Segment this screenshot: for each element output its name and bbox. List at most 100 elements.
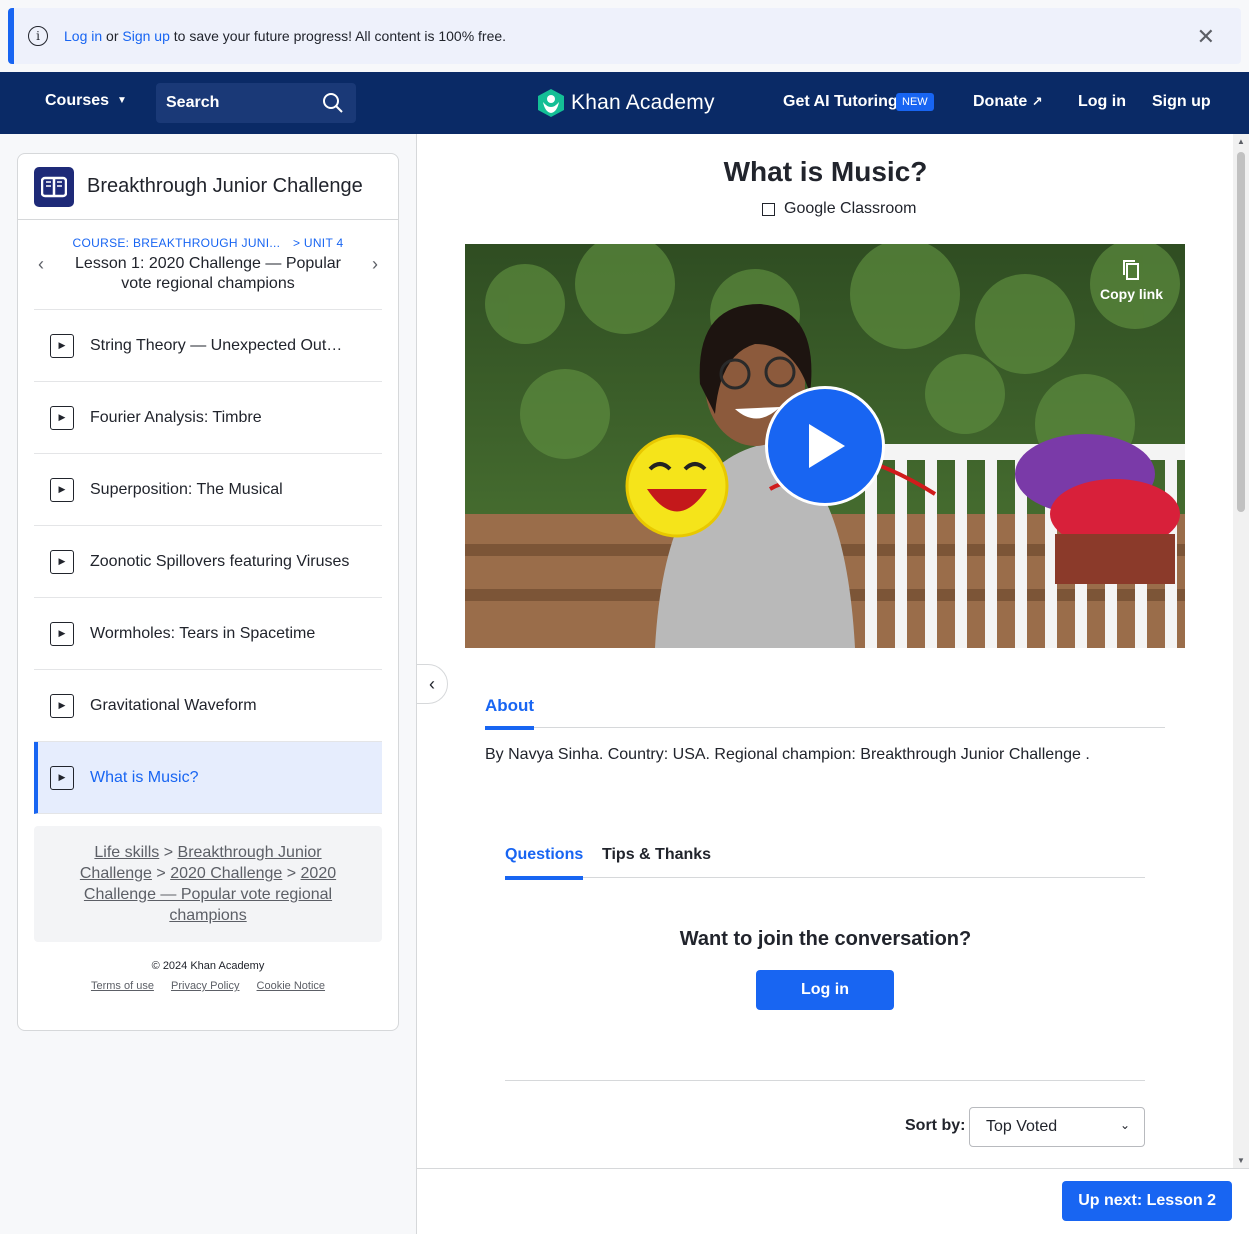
khan-academy-logo[interactable]: Khan Academy xyxy=(537,88,715,118)
search-label: Search xyxy=(166,94,220,111)
search-input[interactable]: Search xyxy=(156,83,356,123)
lesson-item[interactable]: ▶ String Theory — Unexpected Outco... xyxy=(34,310,382,382)
banner-message: Log in or Sign up to save your future pr… xyxy=(64,28,506,44)
sort-select[interactable]: Top Voted ⌄ xyxy=(969,1107,1145,1147)
copyright: © 2024 Khan Academy xyxy=(151,960,265,972)
sidebar-header: Breakthrough Junior Challenge xyxy=(18,154,398,220)
up-next-button[interactable]: Up next: Lesson 2 xyxy=(1062,1181,1232,1221)
main-content: What is Music? Google Classroom Copy lin… xyxy=(416,134,1233,1168)
scrollbar-thumb[interactable] xyxy=(1237,152,1245,512)
donate-label: Donate xyxy=(973,93,1028,110)
lesson-title: Lesson 1: 2020 Challenge — Popular vote … xyxy=(75,255,341,292)
collapse-sidebar-button[interactable]: ‹ xyxy=(416,664,448,704)
breadcrumb-separator: > xyxy=(156,865,166,882)
join-conversation-heading: Want to join the conversation? xyxy=(679,928,972,950)
login-button[interactable]: Log in xyxy=(756,970,894,1010)
play-icon: ▶ xyxy=(50,765,74,790)
info-icon: i xyxy=(28,26,48,46)
course-crumb-link[interactable]: COURSE: BREAKTHROUGH JUNI... xyxy=(73,236,281,250)
discussion-tablist: Questions Tips & Thanks xyxy=(505,840,1145,880)
signup-banner: i Log in or Sign up to save your future … xyxy=(8,8,1241,64)
breadcrumb-separator: > xyxy=(286,865,297,882)
play-icon: ▶ xyxy=(50,333,74,358)
header-login-link[interactable]: Log in xyxy=(1078,93,1126,111)
sort-value: Top Voted xyxy=(986,1118,1058,1135)
copy-link-label: Copy link xyxy=(1099,286,1163,302)
header-signup-link[interactable]: Sign up xyxy=(1152,93,1211,111)
play-button[interactable] xyxy=(765,386,885,506)
banner-or-text: or xyxy=(102,28,123,44)
course-sidebar: Breakthrough Junior Challenge ‹ COURSE: … xyxy=(17,153,399,1031)
lesson-item-label: String Theory — Unexpected Outco... xyxy=(90,336,350,354)
tab-about[interactable]: About xyxy=(485,696,535,730)
book-icon xyxy=(41,176,67,197)
chevron-left-icon[interactable]: ‹ xyxy=(38,254,44,275)
banner-login-link[interactable]: Log in xyxy=(64,28,102,44)
unit-breadcrumb: COURSE: BREAKTHROUGH JUNI... > UNIT 4 xyxy=(34,236,382,250)
chevron-down-icon: ⌄ xyxy=(1119,1118,1130,1132)
lesson-navigator: ‹ COURSE: BREAKTHROUGH JUNI... > UNIT 4 … xyxy=(34,220,382,310)
topic-breadcrumb: Life skills > Breakthrough Junior Challe… xyxy=(34,826,382,942)
courses-label: Courses xyxy=(45,92,110,109)
copy-link-button[interactable]: Copy link xyxy=(1100,258,1163,302)
tab-questions[interactable]: Questions xyxy=(505,846,584,880)
play-icon: ▶ xyxy=(50,477,74,502)
course-icon xyxy=(34,166,74,207)
privacy-link[interactable]: Privacy Policy xyxy=(171,980,239,992)
video-description: By Navya Sinha. Country: USA. Regional c… xyxy=(485,746,1090,763)
unit-crumb-link[interactable]: > UNIT 4 xyxy=(293,236,344,250)
course-title[interactable]: Breakthrough Junior Challenge xyxy=(87,175,363,198)
external-link-icon: ↗ xyxy=(1031,94,1043,109)
donate-link[interactable]: Donate ↗ xyxy=(973,93,1043,111)
lesson-item-label: What is Music? xyxy=(90,768,199,786)
breadcrumb-2020-challenge[interactable]: 2020 Challenge xyxy=(170,865,282,882)
lesson-item-list: ▶ String Theory — Unexpected Outco... ▶ Fo… xyxy=(34,310,382,814)
lesson-item-active[interactable]: ▶ What is Music? xyxy=(34,742,382,814)
lesson-item-label: Superposition: The Musical xyxy=(90,480,283,498)
lesson-item[interactable]: ▶ Gravitational Waveform xyxy=(34,670,382,742)
chevron-right-icon[interactable]: › xyxy=(372,254,378,275)
lesson-item-label: Wormholes: Tears in Spacetime xyxy=(90,624,316,642)
breadcrumb-life-skills[interactable]: Life skills xyxy=(94,844,159,861)
lesson-item[interactable]: ▶ Wormholes: Tears in Spacetime xyxy=(34,598,382,670)
google-classroom-label: Google Classroom xyxy=(784,200,917,217)
close-icon[interactable]: ✕ xyxy=(1197,24,1215,50)
sort-label: Sort by: xyxy=(905,1117,966,1134)
scroll-up-icon[interactable]: ▲ xyxy=(1237,137,1245,146)
lesson-item-label: Gravitational Waveform xyxy=(90,696,257,714)
chevron-down-icon: ▼ xyxy=(117,95,127,106)
courses-menu-button[interactable]: Courses ▼ xyxy=(45,92,127,110)
lesson-item[interactable]: ▶ Superposition: The Musical xyxy=(34,454,382,526)
divider xyxy=(505,1080,1145,1081)
lesson-item-label: Zoonotic Spillovers featuring Viruses xyxy=(90,552,350,570)
play-icon: ▶ xyxy=(50,621,74,646)
scroll-down-icon[interactable]: ▼ xyxy=(1237,1156,1245,1165)
tab-tips-thanks[interactable]: Tips & Thanks xyxy=(602,846,711,864)
bottom-bar: Up next: Lesson 2 xyxy=(416,1168,1249,1234)
search-icon xyxy=(323,93,343,113)
cookie-link[interactable]: Cookie Notice xyxy=(257,980,325,992)
play-icon: ▶ xyxy=(50,693,74,718)
copy-icon xyxy=(1123,260,1140,280)
banner-signup-link[interactable]: Sign up xyxy=(122,28,169,44)
google-classroom-button[interactable]: Google Classroom xyxy=(762,200,917,218)
breadcrumb-separator: > xyxy=(163,844,174,861)
chevron-left-icon: ‹ xyxy=(429,673,435,694)
scrollbar[interactable]: ▲ ▼ xyxy=(1233,134,1249,1168)
lesson-item[interactable]: ▶ Zoonotic Spillovers featuring Viruses xyxy=(34,526,382,598)
page-title: What is Music? xyxy=(723,156,928,187)
logo-name: Khan Academy xyxy=(571,91,715,114)
banner-message-text: to save your future progress! All conten… xyxy=(169,28,507,44)
khan-logo-icon xyxy=(538,89,564,117)
google-classroom-icon xyxy=(762,202,775,216)
top-navigation: Courses ▼ Search Khan Academy Get AI Tuto… xyxy=(0,72,1249,134)
lesson-item[interactable]: ▶ Fourier Analysis: Timbre xyxy=(34,382,382,454)
play-icon: ▶ xyxy=(50,549,74,574)
ai-tutoring-link[interactable]: Get AI Tutoring xyxy=(783,93,898,111)
about-tablist: About xyxy=(485,690,1165,730)
play-icon xyxy=(809,424,845,468)
sidebar-footer: © 2024 Khan Academy Terms of use Privacy… xyxy=(18,960,398,992)
video-player[interactable]: Copy link xyxy=(465,244,1185,648)
terms-link[interactable]: Terms of use xyxy=(91,980,154,992)
play-icon: ▶ xyxy=(50,405,74,430)
